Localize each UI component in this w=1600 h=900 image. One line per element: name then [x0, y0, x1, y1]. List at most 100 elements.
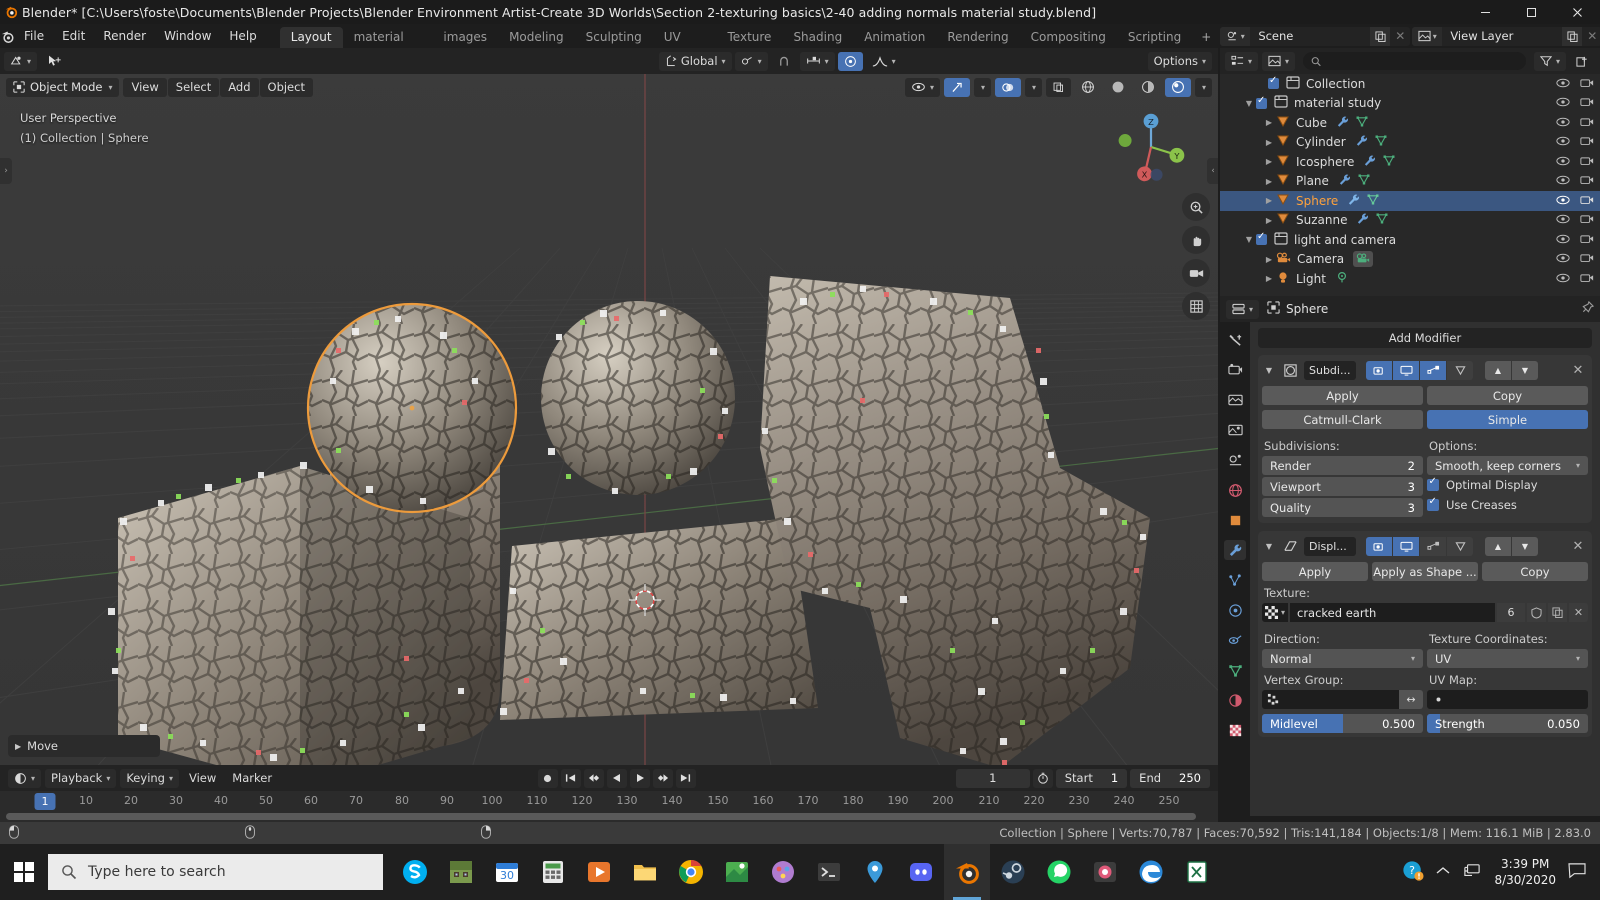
apply-button[interactable]: Apply: [1262, 386, 1423, 405]
outliner-filter-button[interactable]: ▾: [1533, 51, 1566, 71]
tab-output[interactable]: [1224, 390, 1246, 410]
modifier-expand-triangle[interactable]: ▼: [1262, 366, 1276, 375]
disclosure-triangle[interactable]: ▶: [1262, 177, 1276, 186]
tab-layout[interactable]: Layout: [279, 27, 343, 48]
taskbar-app-steam[interactable]: [990, 844, 1036, 900]
menu-file[interactable]: File: [15, 24, 53, 48]
move-modifier-down-button[interactable]: ▼: [1512, 360, 1538, 380]
snap-magnet-icon[interactable]: [771, 52, 797, 71]
timeline-menu-keying[interactable]: Keying ▾: [120, 768, 179, 788]
camera-view-icon[interactable]: [1182, 259, 1210, 287]
properties-editor-type-button[interactable]: ▾: [1226, 299, 1260, 319]
optimal-display-checkbox[interactable]: [1427, 476, 1439, 491]
disclosure-triangle[interactable]: ▶: [1262, 274, 1276, 283]
disclosure-triangle[interactable]: ▶: [1262, 157, 1276, 166]
show-overlays-toggle[interactable]: [994, 77, 1021, 97]
menu-edit[interactable]: Edit: [53, 24, 94, 48]
outliner-display-mode-button[interactable]: ▾: [1262, 51, 1296, 71]
disclosure-triangle[interactable]: ▶: [1262, 255, 1276, 264]
camera-render-icon[interactable]: [1580, 233, 1594, 247]
end-frame-field[interactable]: End 250: [1130, 768, 1210, 788]
taskbar-app-paint[interactable]: [760, 844, 806, 900]
outliner-row-sphere[interactable]: ▶ Sphere: [1220, 191, 1600, 211]
direction-select[interactable]: Normal ▾: [1262, 649, 1423, 668]
camera-render-icon[interactable]: [1580, 272, 1594, 286]
taskbar-app-whatsapp[interactable]: [1036, 844, 1082, 900]
quality-field[interactable]: Quality 3: [1262, 498, 1423, 517]
taskbar-app-location[interactable]: [852, 844, 898, 900]
disclosure-triangle[interactable]: ▶: [1262, 118, 1276, 127]
mesh-data-icon[interactable]: [1374, 134, 1388, 150]
tab-tool[interactable]: [1224, 330, 1246, 350]
record-button[interactable]: [537, 768, 558, 788]
timeline-menu-view[interactable]: View: [183, 769, 222, 788]
wrench-icon[interactable]: [1338, 173, 1352, 189]
move-modifier-up-button[interactable]: ▲: [1485, 536, 1511, 556]
show-hidden-icons-chevron[interactable]: [1436, 865, 1450, 879]
view-layer-name[interactable]: View Layer: [1442, 27, 1562, 46]
taskbar-app-edge[interactable]: [1128, 844, 1174, 900]
menu-help[interactable]: Help: [220, 24, 265, 48]
apply-button[interactable]: Apply: [1262, 562, 1368, 581]
wrench-icon[interactable]: [1347, 193, 1361, 209]
new-texture-button[interactable]: [1548, 603, 1567, 622]
texture-browse-icon[interactable]: ▾: [1262, 603, 1288, 622]
network-icon[interactable]: [1462, 863, 1482, 882]
collection-checkbox[interactable]: [1268, 75, 1279, 90]
menu-render[interactable]: Render: [94, 24, 155, 48]
eye-icon[interactable]: [1556, 252, 1570, 266]
window-close-button[interactable]: [1554, 0, 1600, 24]
timeline-ruler[interactable]: 1 10 20 30 40 50 60 70 80 90 100 110 120…: [0, 791, 1218, 813]
delete-scene-button[interactable]: ✕: [1390, 27, 1410, 46]
tab-texture[interactable]: [1224, 720, 1246, 740]
show-gizmo-toggle[interactable]: [943, 77, 970, 97]
jump-to-end-button[interactable]: [675, 768, 696, 788]
fake-user-shield-icon[interactable]: [1527, 603, 1546, 622]
catmull-clark-button[interactable]: Catmull-Clark: [1262, 410, 1423, 429]
eye-icon[interactable]: [1556, 194, 1570, 208]
outliner-row-plane[interactable]: ▶ Plane: [1220, 172, 1600, 192]
proportional-falloff-toggle[interactable]: [837, 51, 863, 71]
interaction-mode-selector[interactable]: Object Mode ▾: [6, 77, 120, 97]
help-notification-icon[interactable]: ?: [1402, 860, 1425, 885]
collection-checkbox[interactable]: [1256, 231, 1267, 246]
outliner-editor[interactable]: ▾ ▾ ▾ ✓ Collection ▼ ✓ material study ▶ …: [1220, 48, 1600, 296]
disclosure-triangle[interactable]: ▶: [1262, 138, 1276, 147]
start-frame-field[interactable]: Start 1: [1055, 768, 1128, 788]
window-maximize-button[interactable]: [1508, 0, 1554, 24]
left-sidebar-toggle[interactable]: ›: [0, 158, 12, 184]
modifier-name-field[interactable]: Displ...: [1304, 536, 1356, 556]
timeline-menu-playback[interactable]: Playback ▾: [45, 768, 117, 788]
mesh-data-icon[interactable]: [1357, 173, 1371, 189]
outliner-search-input[interactable]: [1326, 54, 1518, 68]
eye-icon[interactable]: [1556, 96, 1570, 110]
tab-sculpting[interactable]: Sculpting: [575, 27, 653, 48]
texture-coordinates-select[interactable]: UV ▾: [1427, 649, 1588, 668]
shading-options-button[interactable]: ▾: [1194, 77, 1212, 97]
transform-tool-icon[interactable]: [40, 52, 68, 71]
add-modifier-button[interactable]: Add Modifier: [1258, 328, 1592, 348]
on-cage-toggle[interactable]: [1447, 360, 1473, 380]
tab-images[interactable]: images: [432, 27, 498, 48]
tab-particles[interactable]: [1224, 570, 1246, 590]
outliner-row-suzanne[interactable]: ▶ Suzanne: [1220, 211, 1600, 231]
mesh-data-icon[interactable]: [1375, 212, 1389, 228]
properties-editor[interactable]: ▾ Sphere Add Modifier ▼ Subdi... ▲ ▼ ✕ A…: [1220, 296, 1600, 816]
transform-orientation-button[interactable]: Global ▾: [658, 51, 732, 71]
play-button[interactable]: [629, 768, 650, 788]
shading-material-button[interactable]: [1135, 78, 1161, 97]
camera-render-icon[interactable]: [1580, 96, 1594, 110]
camera-data-icon[interactable]: [1353, 251, 1374, 268]
viewport-options-button[interactable]: Options ▾: [1147, 51, 1212, 71]
optimal-display-row[interactable]: Optimal Display: [1427, 475, 1588, 495]
new-viewlayer-button[interactable]: [1562, 26, 1583, 46]
disclosure-triangle[interactable]: ▶: [1262, 216, 1276, 225]
blender-logo-icon[interactable]: [0, 24, 15, 48]
camera-render-icon[interactable]: [1580, 116, 1594, 130]
tab-animation[interactable]: Animation: [853, 27, 936, 48]
outliner-row-light[interactable]: ▶ Light: [1220, 269, 1600, 289]
tab-modifiers[interactable]: [1224, 540, 1246, 560]
scene-name[interactable]: Scene: [1250, 27, 1370, 46]
copy-button[interactable]: Copy: [1427, 386, 1588, 405]
vertex-group-field[interactable]: [1262, 690, 1399, 709]
